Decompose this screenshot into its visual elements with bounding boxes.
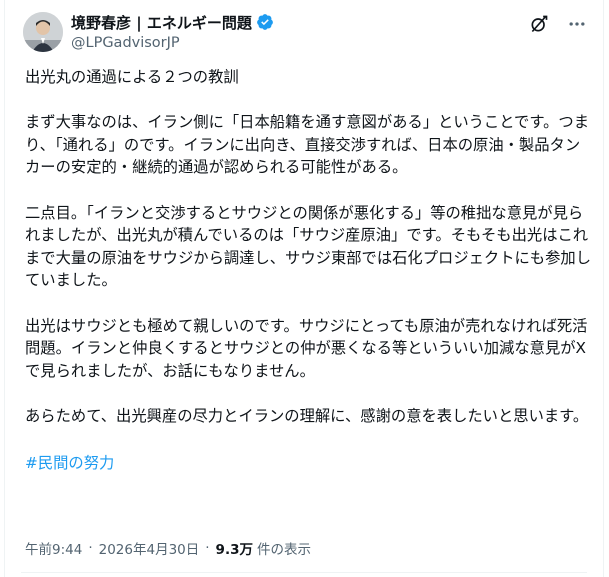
tweet-card: 境野春彦 | エネルギー問題 @LPGadvisorJP 出光丸の通過による２つ… [4,0,604,577]
header-actions [529,14,587,34]
grok-icon[interactable] [529,14,549,34]
tweet-meta: 午前9:44 · 2026年4月30日 · 9.3万 件の表示 [25,538,311,558]
tweet-paragraph: あらためて、出光興産の尽力とイランの理解に、感謝の意を表したいと思います。 [25,406,589,425]
tweet-paragraph: 出光丸の通過による２つの教訓 [25,68,239,86]
tweet-paragraph: まず大事なのは、イラン側に「日本船籍を通す意図がある」ということです。つまり、「… [25,113,589,177]
more-icon[interactable] [567,14,587,34]
author-block: 境野春彦 | エネルギー問題 @LPGadvisorJP [71,12,274,51]
hashtag-link[interactable]: #民間の努力 [25,452,114,474]
avatar[interactable] [23,12,63,52]
tweet-date[interactable]: 2026年4月30日 [99,538,200,558]
views-label: 件の表示 [256,542,311,558]
tweet-time[interactable]: 午前9:44 [25,538,82,558]
tweet-paragraph: 出光はサウジとも極めて親しいのです。サウジにとっても原油が売れなければ死活問題。… [25,316,588,380]
tweet-header: 境野春彦 | エネルギー問題 @LPGadvisorJP [21,10,587,58]
views-count: 9.3万 [215,542,253,558]
author-handle[interactable]: @LPGadvisorJP [71,35,274,51]
display-name-row: 境野春彦 | エネルギー問題 [71,12,274,32]
tweet-paragraph: 二点目。「イランと交渉するとサウジとの関係が悪化する」等の稚拙な意見が見られまし… [25,203,591,290]
divider [21,572,587,573]
display-name[interactable]: 境野春彦 | エネルギー問題 [71,12,252,33]
tweet-text: 出光丸の通過による２つの教訓 まず大事なのは、イラン側に「日本船籍を通す意図があ… [25,64,593,474]
meta-separator: · [88,540,93,556]
meta-separator: · [205,540,210,556]
verified-badge-icon [256,13,274,31]
